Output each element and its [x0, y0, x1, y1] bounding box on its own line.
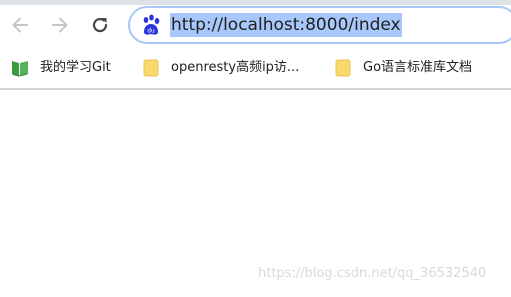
bookmark-label: 我的学习Git [40, 60, 111, 75]
bookmark-item-go-docs[interactable]: Go语言标准库文档 [335, 55, 472, 81]
forward-button[interactable] [49, 14, 71, 36]
bookmark-item-git[interactable]: 我的学习Git [10, 55, 111, 81]
svg-text:du: du [147, 28, 155, 35]
bookmark-item-openresty[interactable]: openresty高频ip访... [143, 55, 299, 81]
reload-button[interactable] [89, 14, 111, 36]
back-button[interactable] [9, 14, 31, 36]
reload-icon [90, 15, 110, 35]
arrow-left-icon [10, 15, 30, 35]
url-text[interactable]: http://localhost:8000/index [170, 13, 402, 37]
browser-toolbar: du http://localhost:8000/index [0, 0, 511, 50]
baidu-paw-icon: du [141, 14, 161, 36]
green-book-icon [10, 59, 30, 77]
tab-strip-edge [0, 0, 511, 5]
folder-icon [143, 58, 159, 78]
bookmark-label: Go语言标准库文档 [363, 60, 473, 75]
bookmark-label: openresty高频ip访... [171, 60, 300, 75]
arrow-right-icon [50, 15, 70, 35]
watermark: https://blog.csdn.net/qq_36532540 [258, 266, 487, 281]
folder-icon [335, 58, 351, 78]
